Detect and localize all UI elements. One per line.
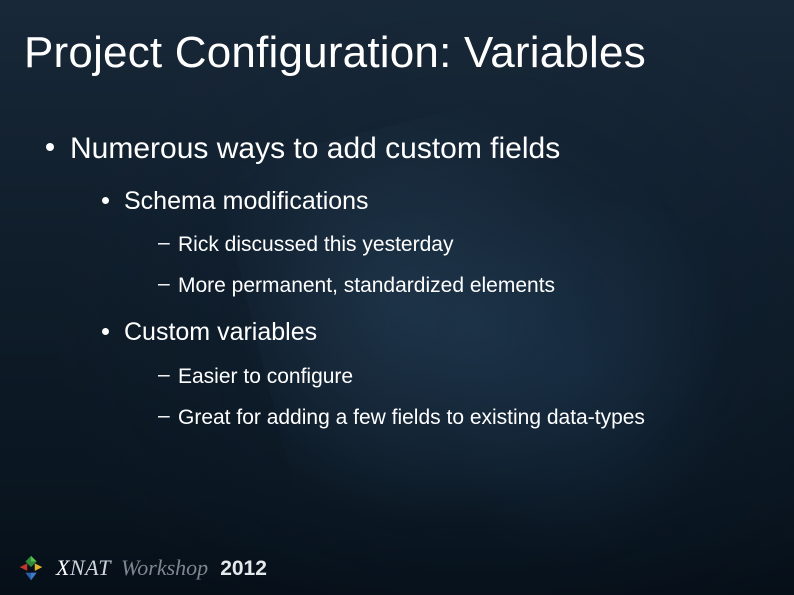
brand-year: 2012 <box>220 557 267 581</box>
list-item: Custom variables Easier to configure Gre… <box>94 317 758 431</box>
bullet-list-level1: Numerous ways to add custom fields Schem… <box>36 130 758 431</box>
xnat-logo-icon <box>16 553 46 583</box>
list-item: Numerous ways to add custom fields Schem… <box>36 130 758 431</box>
list-item: More permanent, standardized elements <box>154 272 758 299</box>
bullet-text: Rick discussed this yesterday <box>178 231 758 258</box>
bullet-text: Custom variables <box>124 317 758 348</box>
bullet-list-level3: Easier to configure Great for adding a f… <box>154 363 758 432</box>
brand-text: XNAT Workshop 2012 <box>56 555 267 581</box>
slide: Project Configuration: Variables Numerou… <box>0 0 794 595</box>
bullet-text: More permanent, standardized elements <box>178 272 758 299</box>
brand-name-prefix: X <box>56 555 70 580</box>
brand-name: XNAT <box>56 555 111 581</box>
list-item: Easier to configure <box>154 363 758 390</box>
list-item: Great for adding a few fields to existin… <box>154 404 758 431</box>
slide-content: Numerous ways to add custom fields Schem… <box>36 120 758 431</box>
list-item: Rick discussed this yesterday <box>154 231 758 258</box>
brand-workshop: Workshop <box>121 555 208 581</box>
slide-title: Project Configuration: Variables <box>24 28 770 78</box>
bullet-list-level3: Rick discussed this yesterday More perma… <box>154 231 758 300</box>
list-item: Schema modifications Rick discussed this… <box>94 186 758 300</box>
bullet-text: Schema modifications <box>124 186 758 217</box>
bullet-text: Easier to configure <box>178 363 758 390</box>
bullet-text: Great for adding a few fields to existin… <box>178 404 758 431</box>
brand-name-rest: NAT <box>70 555 111 580</box>
footer-brand: XNAT Workshop 2012 <box>16 553 267 583</box>
bullet-list-level2: Schema modifications Rick discussed this… <box>94 186 758 432</box>
bullet-text: Numerous ways to add custom fields <box>70 130 758 168</box>
